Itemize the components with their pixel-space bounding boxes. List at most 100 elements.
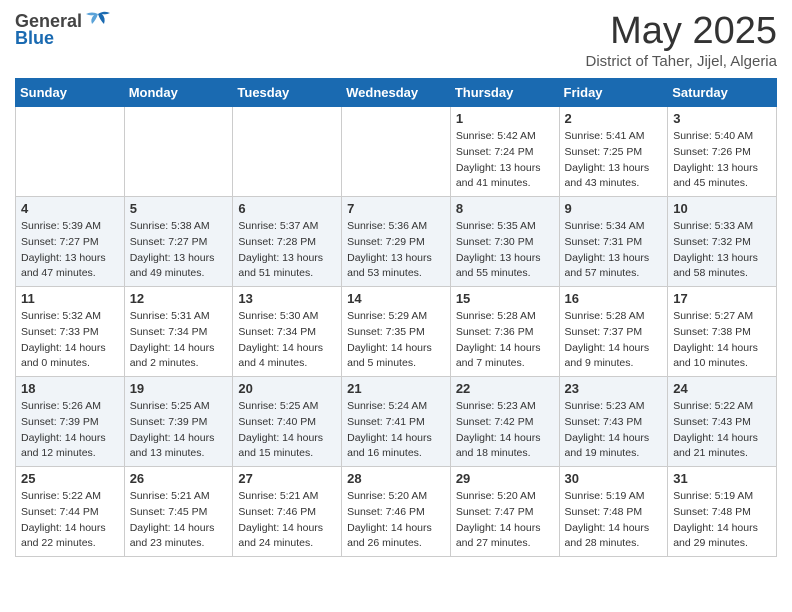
calendar-cell: 13 Sunrise: 5:30 AM Sunset: 7:34 PM Dayl… (233, 287, 342, 377)
day-info: Sunrise: 5:38 AM Sunset: 7:27 PM Dayligh… (130, 219, 228, 282)
logo-bird-icon (84, 10, 112, 32)
daylight-text: Daylight: 14 hours and 23 minutes. (130, 521, 228, 553)
location-subtitle: District of Taher, Jijel, Algeria (586, 53, 777, 70)
sunrise-text: Sunrise: 5:38 AM (130, 219, 228, 235)
calendar-cell (16, 107, 125, 197)
day-info: Sunrise: 5:35 AM Sunset: 7:30 PM Dayligh… (456, 219, 554, 282)
sunrise-text: Sunrise: 5:40 AM (673, 129, 771, 145)
sunset-text: Sunset: 7:48 PM (565, 505, 663, 521)
sunset-text: Sunset: 7:42 PM (456, 415, 554, 431)
calendar-cell: 12 Sunrise: 5:31 AM Sunset: 7:34 PM Dayl… (124, 287, 233, 377)
day-number: 14 (347, 291, 445, 306)
daylight-text: Daylight: 13 hours and 47 minutes. (21, 251, 119, 283)
day-number: 24 (673, 381, 771, 396)
weekday-header-row: Sunday Monday Tuesday Wednesday Thursday… (16, 79, 777, 107)
sunrise-text: Sunrise: 5:42 AM (456, 129, 554, 145)
day-number: 18 (21, 381, 119, 396)
header-sunday: Sunday (16, 79, 125, 107)
day-info: Sunrise: 5:26 AM Sunset: 7:39 PM Dayligh… (21, 399, 119, 462)
day-number: 1 (456, 111, 554, 126)
sunset-text: Sunset: 7:27 PM (130, 235, 228, 251)
sunset-text: Sunset: 7:46 PM (238, 505, 336, 521)
daylight-text: Daylight: 14 hours and 7 minutes. (456, 341, 554, 373)
day-info: Sunrise: 5:25 AM Sunset: 7:39 PM Dayligh… (130, 399, 228, 462)
header-saturday: Saturday (668, 79, 777, 107)
daylight-text: Daylight: 14 hours and 29 minutes. (673, 521, 771, 553)
sunrise-text: Sunrise: 5:29 AM (347, 309, 445, 325)
daylight-text: Daylight: 13 hours and 55 minutes. (456, 251, 554, 283)
calendar-cell: 7 Sunrise: 5:36 AM Sunset: 7:29 PM Dayli… (342, 197, 451, 287)
sunset-text: Sunset: 7:30 PM (456, 235, 554, 251)
calendar-cell (342, 107, 451, 197)
sunset-text: Sunset: 7:43 PM (673, 415, 771, 431)
daylight-text: Daylight: 14 hours and 21 minutes. (673, 431, 771, 463)
day-info: Sunrise: 5:19 AM Sunset: 7:48 PM Dayligh… (673, 489, 771, 552)
daylight-text: Daylight: 13 hours and 58 minutes. (673, 251, 771, 283)
day-number: 10 (673, 201, 771, 216)
sunset-text: Sunset: 7:33 PM (21, 325, 119, 341)
calendar-cell: 17 Sunrise: 5:27 AM Sunset: 7:38 PM Dayl… (668, 287, 777, 377)
day-info: Sunrise: 5:22 AM Sunset: 7:43 PM Dayligh… (673, 399, 771, 462)
day-info: Sunrise: 5:32 AM Sunset: 7:33 PM Dayligh… (21, 309, 119, 372)
calendar-week-row: 11 Sunrise: 5:32 AM Sunset: 7:33 PM Dayl… (16, 287, 777, 377)
sunset-text: Sunset: 7:41 PM (347, 415, 445, 431)
sunrise-text: Sunrise: 5:23 AM (456, 399, 554, 415)
daylight-text: Daylight: 13 hours and 49 minutes. (130, 251, 228, 283)
calendar-cell: 26 Sunrise: 5:21 AM Sunset: 7:45 PM Dayl… (124, 467, 233, 557)
day-info: Sunrise: 5:34 AM Sunset: 7:31 PM Dayligh… (565, 219, 663, 282)
day-number: 25 (21, 471, 119, 486)
day-number: 2 (565, 111, 663, 126)
day-number: 21 (347, 381, 445, 396)
header-thursday: Thursday (450, 79, 559, 107)
sunrise-text: Sunrise: 5:19 AM (673, 489, 771, 505)
day-info: Sunrise: 5:37 AM Sunset: 7:28 PM Dayligh… (238, 219, 336, 282)
daylight-text: Daylight: 14 hours and 22 minutes. (21, 521, 119, 553)
day-info: Sunrise: 5:19 AM Sunset: 7:48 PM Dayligh… (565, 489, 663, 552)
day-number: 16 (565, 291, 663, 306)
sunset-text: Sunset: 7:29 PM (347, 235, 445, 251)
day-info: Sunrise: 5:29 AM Sunset: 7:35 PM Dayligh… (347, 309, 445, 372)
daylight-text: Daylight: 14 hours and 13 minutes. (130, 431, 228, 463)
calendar-cell (233, 107, 342, 197)
sunrise-text: Sunrise: 5:19 AM (565, 489, 663, 505)
day-number: 12 (130, 291, 228, 306)
daylight-text: Daylight: 14 hours and 15 minutes. (238, 431, 336, 463)
sunset-text: Sunset: 7:34 PM (130, 325, 228, 341)
calendar-cell: 1 Sunrise: 5:42 AM Sunset: 7:24 PM Dayli… (450, 107, 559, 197)
sunset-text: Sunset: 7:38 PM (673, 325, 771, 341)
sunset-text: Sunset: 7:39 PM (21, 415, 119, 431)
daylight-text: Daylight: 14 hours and 26 minutes. (347, 521, 445, 553)
daylight-text: Daylight: 14 hours and 10 minutes. (673, 341, 771, 373)
daylight-text: Daylight: 13 hours and 53 minutes. (347, 251, 445, 283)
header-friday: Friday (559, 79, 668, 107)
daylight-text: Daylight: 13 hours and 57 minutes. (565, 251, 663, 283)
calendar-cell: 6 Sunrise: 5:37 AM Sunset: 7:28 PM Dayli… (233, 197, 342, 287)
sunset-text: Sunset: 7:48 PM (673, 505, 771, 521)
day-number: 3 (673, 111, 771, 126)
daylight-text: Daylight: 13 hours and 51 minutes. (238, 251, 336, 283)
sunrise-text: Sunrise: 5:21 AM (238, 489, 336, 505)
calendar-cell: 28 Sunrise: 5:20 AM Sunset: 7:46 PM Dayl… (342, 467, 451, 557)
day-info: Sunrise: 5:39 AM Sunset: 7:27 PM Dayligh… (21, 219, 119, 282)
sunrise-text: Sunrise: 5:32 AM (21, 309, 119, 325)
day-number: 30 (565, 471, 663, 486)
sunrise-text: Sunrise: 5:39 AM (21, 219, 119, 235)
sunset-text: Sunset: 7:37 PM (565, 325, 663, 341)
calendar-cell: 21 Sunrise: 5:24 AM Sunset: 7:41 PM Dayl… (342, 377, 451, 467)
header-wednesday: Wednesday (342, 79, 451, 107)
day-number: 19 (130, 381, 228, 396)
daylight-text: Daylight: 13 hours and 45 minutes. (673, 161, 771, 193)
day-info: Sunrise: 5:40 AM Sunset: 7:26 PM Dayligh… (673, 129, 771, 192)
daylight-text: Daylight: 14 hours and 0 minutes. (21, 341, 119, 373)
calendar-cell: 15 Sunrise: 5:28 AM Sunset: 7:36 PM Dayl… (450, 287, 559, 377)
day-info: Sunrise: 5:30 AM Sunset: 7:34 PM Dayligh… (238, 309, 336, 372)
day-number: 13 (238, 291, 336, 306)
day-info: Sunrise: 5:28 AM Sunset: 7:36 PM Dayligh… (456, 309, 554, 372)
sunset-text: Sunset: 7:26 PM (673, 145, 771, 161)
sunset-text: Sunset: 7:34 PM (238, 325, 336, 341)
day-number: 15 (456, 291, 554, 306)
daylight-text: Daylight: 14 hours and 27 minutes. (456, 521, 554, 553)
day-info: Sunrise: 5:25 AM Sunset: 7:40 PM Dayligh… (238, 399, 336, 462)
day-info: Sunrise: 5:20 AM Sunset: 7:47 PM Dayligh… (456, 489, 554, 552)
day-number: 4 (21, 201, 119, 216)
